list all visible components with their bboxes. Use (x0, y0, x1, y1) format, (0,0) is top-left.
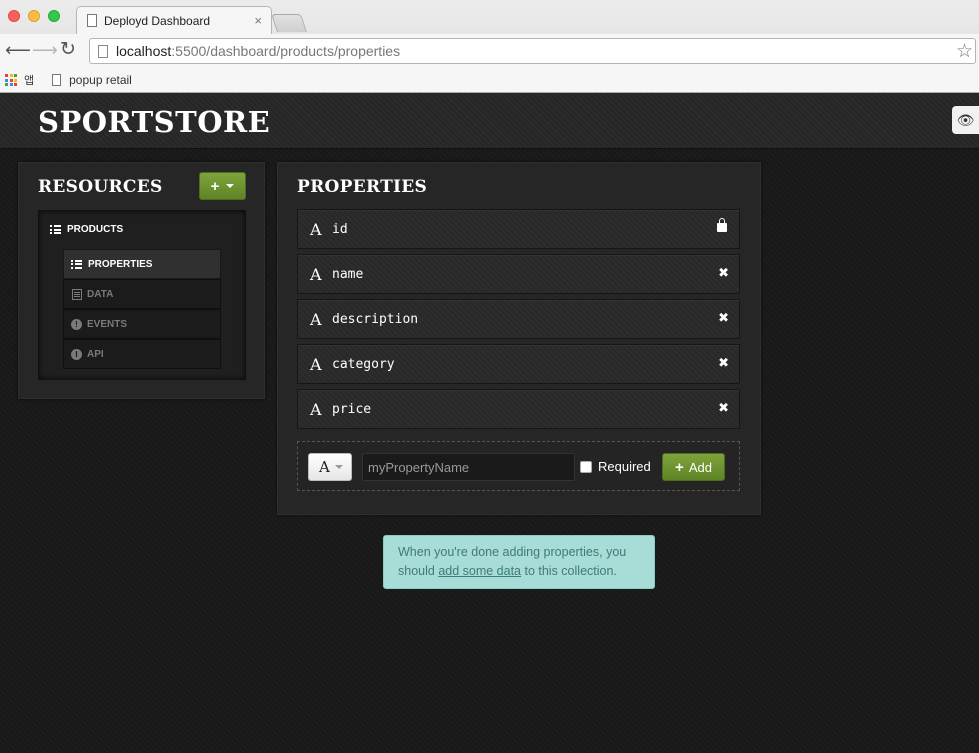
property-row[interactable]: A category ✖ (297, 344, 740, 384)
string-type-icon: A (319, 458, 330, 476)
zoom-window-button[interactable] (48, 10, 60, 22)
delete-icon[interactable]: ✖ (718, 310, 729, 326)
list-icon (50, 225, 61, 234)
star-icon[interactable]: ☆ (956, 40, 973, 63)
main-area: RESOURCES + PRODUCTS PROPERTIES DATA ! E… (0, 150, 979, 753)
property-name: price (332, 402, 372, 417)
caret-down-icon (334, 465, 343, 469)
tab-title: Deployd Dashboard (104, 13, 211, 28)
address-bar[interactable]: localhost:5500/dashboard/products/proper… (89, 38, 976, 64)
caret-down-icon (226, 184, 235, 188)
properties-title: PROPERTIES (297, 177, 428, 197)
property-type-select[interactable]: A (308, 453, 352, 481)
string-type-icon: A (310, 310, 322, 329)
minimize-window-button[interactable] (28, 10, 40, 22)
apps-label[interactable]: 앱 (24, 72, 34, 88)
sub-label: API (87, 348, 104, 360)
browser-chrome: Deployd Dashboard × ⟵ ⟶ ↻ localhost:5500… (0, 0, 979, 93)
arrow-right-icon[interactable]: ⟶ (32, 41, 58, 59)
new-property-form: A Required + Add (297, 441, 740, 491)
resource-sub-api[interactable]: i API (63, 339, 221, 369)
tab-close-icon[interactable]: × (254, 13, 262, 28)
plus-icon: + (210, 177, 220, 195)
reload-icon[interactable]: ↻ (60, 40, 76, 59)
property-name: description (332, 312, 419, 327)
property-row: A id (297, 209, 740, 249)
page-icon (98, 44, 108, 58)
delete-icon[interactable]: ✖ (718, 400, 729, 416)
resource-label: PRODUCTS (67, 224, 124, 235)
window-controls (8, 10, 60, 22)
resource-sub-data[interactable]: DATA (63, 279, 221, 309)
view-app-button[interactable]: 👁 (952, 106, 979, 134)
properties-panel: PROPERTIES A id A name ✖ A description ✖… (277, 162, 761, 515)
property-name: category (332, 357, 395, 372)
string-type-icon: A (310, 400, 322, 419)
help-alert: When you're done adding properties, you … (383, 535, 655, 589)
eye-icon: 👁 (956, 111, 975, 128)
lock-icon (717, 218, 727, 232)
add-data-link[interactable]: add some data (438, 564, 521, 578)
table-icon (71, 288, 82, 300)
delete-icon[interactable]: ✖ (718, 265, 729, 281)
list-icon (71, 259, 82, 269)
property-name: name (332, 267, 364, 282)
delete-icon[interactable]: ✖ (718, 355, 729, 371)
add-resource-button[interactable]: + (199, 172, 246, 200)
browser-toolbar: ⟵ ⟶ ↻ localhost:5500/dashboard/products/… (0, 34, 979, 68)
brand-title: SPORTSTORE (38, 105, 271, 139)
property-name: id (332, 222, 348, 237)
resource-products[interactable]: PRODUCTS (50, 224, 123, 235)
string-type-icon: A (310, 355, 322, 374)
apps-grid-icon[interactable] (5, 74, 17, 86)
required-label: Required (598, 459, 651, 474)
string-type-icon: A (310, 265, 322, 284)
resources-panel: RESOURCES + PRODUCTS PROPERTIES DATA ! E… (18, 162, 265, 399)
property-name-input[interactable] (362, 453, 575, 481)
resource-sub-events[interactable]: ! EVENTS (63, 309, 221, 339)
property-row[interactable]: A name ✖ (297, 254, 740, 294)
browser-tab[interactable]: Deployd Dashboard × (76, 6, 272, 34)
sub-label: EVENTS (87, 318, 128, 330)
resources-title: RESOURCES (38, 177, 163, 197)
plus-icon: + (675, 458, 684, 476)
bookmark-popup-retail[interactable]: popup retail (52, 73, 132, 87)
string-type-icon: A (310, 220, 322, 239)
resource-sub-properties[interactable]: PROPERTIES (63, 249, 221, 279)
page-icon (87, 14, 97, 27)
exclamation-icon: ! (71, 318, 82, 330)
new-tab-button[interactable] (271, 14, 307, 32)
required-option[interactable]: Required (580, 459, 651, 474)
required-checkbox[interactable] (580, 460, 592, 473)
sub-label: PROPERTIES (88, 258, 153, 270)
bookmark-label: popup retail (69, 73, 132, 87)
property-row[interactable]: A description ✖ (297, 299, 740, 339)
close-window-button[interactable] (8, 10, 20, 22)
info-icon: i (71, 348, 82, 360)
resource-tree: PRODUCTS PROPERTIES DATA ! EVENTS i API (38, 210, 246, 380)
help-text-after: to this collection. (521, 564, 617, 578)
page-icon (52, 74, 62, 86)
url-path: :5500/dashboard/products/properties (171, 43, 401, 59)
property-row[interactable]: A price ✖ (297, 389, 740, 429)
app-header: SPORTSTORE 👁 (0, 93, 979, 149)
add-label: Add (688, 459, 712, 475)
sub-label: DATA (87, 288, 114, 300)
bookmarks-bar: 앱 popup retail (0, 68, 979, 92)
url-host: localhost (116, 43, 172, 59)
add-property-button[interactable]: + Add (662, 453, 725, 481)
arrow-left-icon[interactable]: ⟵ (5, 41, 31, 59)
